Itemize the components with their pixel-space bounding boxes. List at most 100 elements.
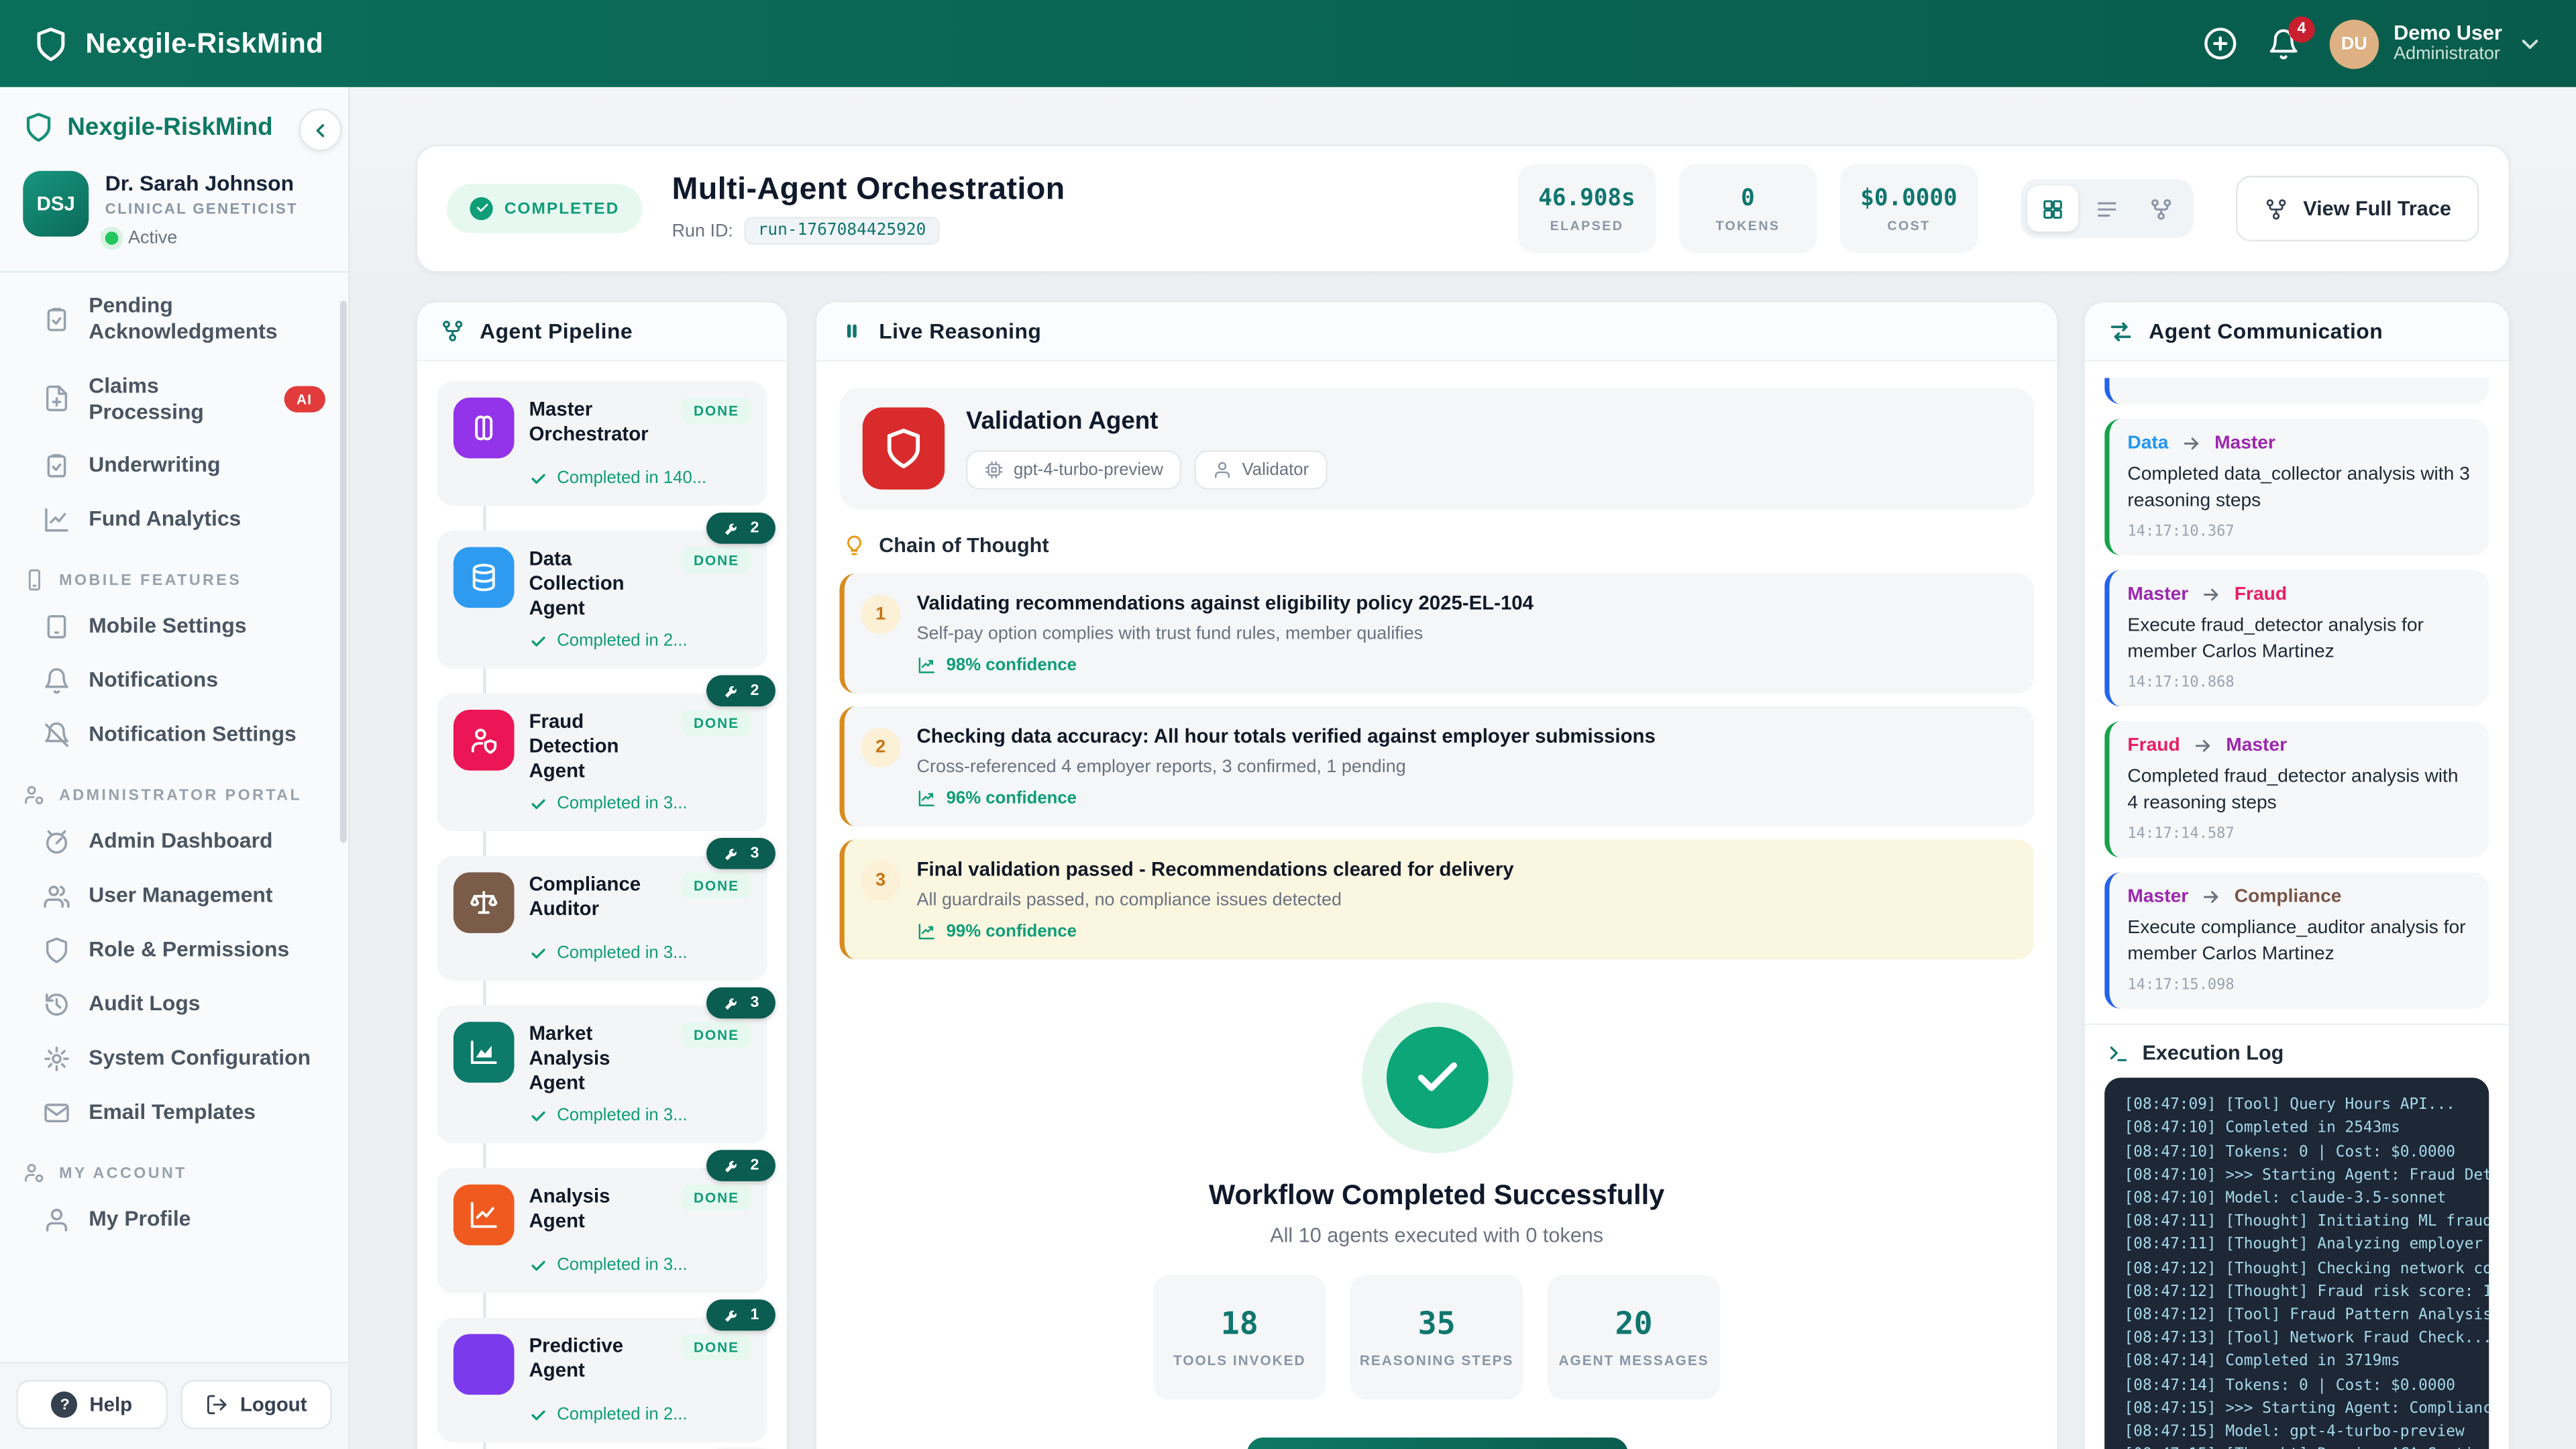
completion-stat-reasoning-steps: 35REASONING STEPS: [1350, 1275, 1523, 1399]
main-content: COMPLETED Multi-Agent Orchestration Run …: [350, 87, 2576, 1449]
done-badge: DONE: [682, 710, 751, 736]
sidebar-scrollbar[interactable]: [340, 301, 347, 843]
person-icon: [1212, 460, 1232, 480]
active-agent-card: Validation Agent gpt-4-turbo-preview Val…: [839, 388, 2033, 509]
swap-arrows-icon: [2108, 318, 2134, 344]
pipeline-agent-market-analysis-agent[interactable]: 3Market Analysis AgentDONECompleted in 3…: [437, 1006, 767, 1144]
live-reasoning-panel: Live Reasoning Validation Agent gpt-4-tu…: [815, 301, 2059, 1449]
brand: Nexgile-RiskMind: [33, 25, 323, 62]
pipeline-agent-predictive-agent[interactable]: 1Predictive AgentDONECompleted in 2...: [437, 1318, 767, 1442]
comm-message-2: MasterFraudExecute fraud_detector analys…: [2104, 570, 2489, 706]
run-stat-elapsed: 46.908sELAPSED: [1518, 164, 1656, 253]
pipeline-agent-master-orchestrator[interactable]: Master OrchestratorDONECompleted in 140.…: [437, 381, 767, 506]
list-view-button[interactable]: [2082, 186, 2133, 232]
database-icon: [453, 547, 515, 608]
grid-view-button[interactable]: [2027, 186, 2078, 232]
done-badge: DONE: [682, 1185, 751, 1211]
sidebar-section-mobile-features: MOBILE FEATURES: [0, 547, 348, 600]
user-menu[interactable]: DU Demo User Administrator: [2330, 19, 2543, 68]
sidebar-item-admin-dashboard[interactable]: Admin Dashboard: [0, 815, 348, 869]
flow-view-button[interactable]: [2135, 186, 2186, 232]
sidebar-item-audit-logs[interactable]: Audit Logs: [0, 977, 348, 1032]
cpu-icon: [984, 460, 1004, 480]
arrow-right-icon: [2202, 888, 2221, 907]
tools-count-badge: 3: [706, 987, 775, 1019]
logout-icon: [206, 1393, 229, 1416]
model-chip: gpt-4-turbo-preview: [966, 450, 1181, 490]
app-root: Nexgile-RiskMind 4 DU Demo User Administ…: [0, 0, 2576, 1449]
completion-stat-tools-invoked: 18TOOLS INVOKED: [1153, 1275, 1326, 1399]
sidebar-item-fund-analytics[interactable]: Fund Analytics: [0, 493, 348, 547]
sidebar-shield-icon: [23, 112, 54, 144]
page-title: Multi-Agent Orchestration: [672, 172, 1065, 209]
sidebar-section-my-account: MY ACCOUNT: [0, 1140, 348, 1193]
chevron-down-icon: [2517, 30, 2543, 56]
run-id-value: run-1767084425920: [745, 217, 939, 245]
cot-step-3: 3Final validation passed - Recommendatio…: [839, 839, 2033, 959]
user-name: Demo User: [2394, 21, 2502, 45]
sidebar-item-notification-settings[interactable]: Notification Settings: [0, 708, 348, 763]
arrow-right-icon: [2182, 434, 2201, 453]
arrow-right-icon: [2202, 585, 2221, 604]
add-button[interactable]: [2203, 26, 2237, 60]
sidebar-brand: Nexgile-RiskMind: [67, 113, 272, 142]
comm-message-3: FraudMasterCompleted fraud_detector anal…: [2104, 721, 2489, 857]
sidebar-item-user-management[interactable]: User Management: [0, 869, 348, 924]
status-badge: COMPLETED: [447, 184, 642, 234]
sidebar-profile: DSJ Dr. Sarah Johnson CLINICAL GENETICIS…: [0, 164, 348, 273]
sidebar-item-role-permissions[interactable]: Role & Permissions: [0, 923, 348, 977]
chart-area-icon: [453, 1022, 515, 1083]
pipeline-agent-analysis-agent[interactable]: 2Analysis AgentDONECompleted in 3...: [437, 1168, 767, 1293]
execution-log-panel[interactable]: [08:47:09] [Tool] Query Hours API... [08…: [2104, 1078, 2489, 1449]
help-icon: ?: [52, 1391, 78, 1418]
communication-scroll-area[interactable]: DataMasterCompleted data_collector analy…: [2085, 362, 2509, 1009]
lightbulb-icon: [843, 534, 865, 557]
sidebar-item-email-templates[interactable]: Email Templates: [0, 1086, 348, 1140]
sidebar-item-pending-acknowledgments[interactable]: Pending Acknowledgments: [0, 279, 348, 359]
sidebar-item-claims-processing[interactable]: Claims ProcessingAI: [0, 359, 348, 439]
logout-button[interactable]: Logout: [180, 1380, 331, 1429]
top-header-bar: Nexgile-RiskMind 4 DU Demo User Administ…: [0, 0, 2576, 87]
cot-step-1: 1Validating recommendations against elig…: [839, 574, 2033, 694]
profile-role: CLINICAL GENETICIST: [105, 201, 298, 217]
role-chip: Validator: [1195, 450, 1328, 490]
pipeline-title: Agent Pipeline: [480, 319, 633, 343]
execution-log-lines: [08:47:09] [Tool] Query Hours API... [08…: [2125, 1094, 2469, 1449]
view-results-button[interactable]: View Results & Recommendations: [1246, 1438, 1627, 1449]
tools-count-badge: 1: [706, 1299, 775, 1331]
done-badge: DONE: [682, 872, 751, 898]
pipeline-agent-data-collection-agent[interactable]: 2Data Collection AgentDONECompleted in 2…: [437, 531, 767, 669]
profile-avatar: DSJ: [23, 171, 89, 237]
help-button[interactable]: ? Help: [16, 1380, 167, 1429]
run-stat-cost: $0.0000COST: [1840, 164, 1978, 253]
scales-icon: [453, 872, 515, 933]
sidebar-item-system-configuration[interactable]: System Configuration: [0, 1032, 348, 1086]
sidebar: Nexgile-RiskMind DSJ Dr. Sarah Johnson C…: [0, 87, 350, 1449]
run-id-label: Run ID:: [672, 221, 733, 240]
chain-of-thought-steps: 1Validating recommendations against elig…: [839, 574, 2033, 960]
workflow-completion: Workflow Completed Successfully All 10 a…: [839, 1002, 2033, 1449]
sidebar-item-notifications[interactable]: Notifications: [0, 654, 348, 708]
success-check-icon: [1386, 1027, 1488, 1129]
sidebar-item-underwriting[interactable]: Underwriting: [0, 439, 348, 493]
done-badge: DONE: [682, 398, 751, 424]
user-role: Administrator: [2394, 45, 2502, 66]
sidebar-item-my-profile[interactable]: My Profile: [0, 1193, 348, 1247]
tools-count-badge: 2: [706, 676, 775, 707]
view-toggle-group: [2021, 179, 2193, 238]
notifications-button[interactable]: 4: [2267, 27, 2300, 60]
sidebar-item-mobile-settings[interactable]: Mobile Settings: [0, 600, 348, 654]
comm-message-1: DataMasterCompleted data_collector analy…: [2104, 419, 2489, 555]
done-badge: DONE: [682, 547, 751, 574]
sidebar-collapse-button[interactable]: [299, 109, 342, 152]
ai-badge: AI: [283, 386, 325, 412]
pipeline-agent-fraud-detection-agent[interactable]: 2Fraud Detection AgentDONECompleted in 3…: [437, 693, 767, 831]
completion-subtitle: All 10 agents executed with 0 tokens: [839, 1224, 2033, 1246]
validation-shield-icon: [863, 407, 945, 489]
partial-message-card: [2104, 378, 2489, 404]
arrow-right-icon: [2193, 736, 2212, 755]
agent-communication-title: Agent Communication: [2149, 319, 2383, 343]
pipeline-agent-compliance-auditor[interactable]: 3Compliance AuditorDONECompleted in 3...: [437, 856, 767, 981]
view-full-trace-button[interactable]: View Full Trace: [2236, 176, 2479, 241]
completion-stat-agent-messages: 20AGENT MESSAGES: [1548, 1275, 1720, 1399]
